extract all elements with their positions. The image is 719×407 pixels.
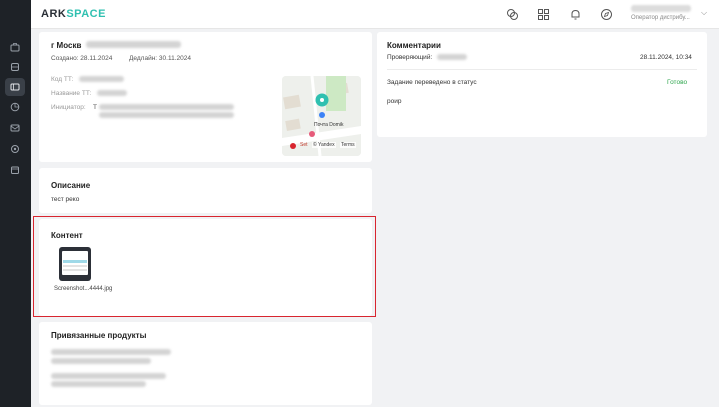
name-value-redacted (97, 90, 127, 96)
comments-heading: Комментарии (387, 41, 441, 50)
reviewer-label: Проверяющий: (387, 54, 433, 61)
map-attribution[interactable]: © Yandex (312, 142, 336, 148)
map-poi-label: Set (300, 142, 308, 148)
user-menu[interactable]: Оператор дистрибу... (631, 5, 711, 21)
deadline-date: Дедлайн: 30.11.2024 (129, 55, 191, 62)
initiator-value-redacted-2 (99, 112, 234, 118)
code-value-redacted (79, 76, 124, 82)
product-redacted (51, 349, 171, 355)
code-label: Код ТТ: (51, 76, 74, 83)
database-icon[interactable] (8, 60, 22, 74)
user-role: Оператор дистрибу... (631, 15, 690, 21)
tasks-icon[interactable] (5, 78, 25, 96)
mail-icon[interactable] (8, 121, 22, 135)
topbar: ARKSPACE Оператор дистрибу... ⌵ (31, 0, 719, 29)
app-logo[interactable]: ARKSPACE (41, 8, 106, 20)
task-title-redacted (86, 41, 181, 48)
product-redacted (51, 381, 146, 387)
comment-text: роир (387, 98, 402, 105)
task-title: г Москв (51, 41, 82, 50)
description-text: тест реко (51, 196, 80, 203)
description-card: Описание тест реко (39, 168, 372, 213)
initiator-label: Инициатор: (51, 104, 86, 111)
status-change-text: Задание переведено в статус (387, 79, 477, 86)
puzzle-icon[interactable] (506, 8, 519, 21)
comment-timestamp: 28.11.2024, 10:34 (640, 54, 692, 61)
logo-text: ARK (41, 8, 67, 20)
reviewer-redacted (437, 54, 467, 60)
content-highlight-box (33, 216, 376, 317)
map-terms-link[interactable]: Terms (340, 142, 356, 148)
calendar-icon[interactable] (8, 163, 22, 177)
briefcase-icon[interactable] (8, 40, 22, 54)
location-map[interactable]: Почта Domik Set © Yandex Terms (282, 76, 361, 156)
chevron-down-icon[interactable]: ⌵ (701, 8, 707, 18)
map-place-label: Почта Domik (314, 122, 344, 128)
linked-products-heading: Привязанные продукты (51, 331, 147, 340)
status-badge: Готово (667, 79, 688, 86)
grid-icon[interactable] (537, 8, 550, 21)
linked-products-card: Привязанные продукты (39, 322, 372, 405)
initiator-value-redacted (99, 104, 234, 110)
chart-icon[interactable] (8, 100, 22, 114)
logo-accent-text: SPACE (66, 8, 106, 20)
settings-icon[interactable] (8, 142, 22, 156)
initiator-value: Т (93, 104, 97, 111)
comments-card: Комментарии Проверяющий: 28.11.2024, 10:… (377, 32, 707, 137)
product-redacted (51, 358, 151, 364)
product-redacted (51, 373, 166, 379)
name-label: Название ТТ: (51, 90, 92, 97)
created-date: Создано: 28.11.2024 (51, 55, 113, 62)
compass-icon[interactable] (600, 8, 613, 21)
description-heading: Описание (51, 181, 91, 190)
bell-icon[interactable] (569, 8, 582, 21)
user-name-redacted (631, 5, 691, 12)
comments-divider (387, 69, 697, 70)
sidebar (0, 0, 31, 407)
